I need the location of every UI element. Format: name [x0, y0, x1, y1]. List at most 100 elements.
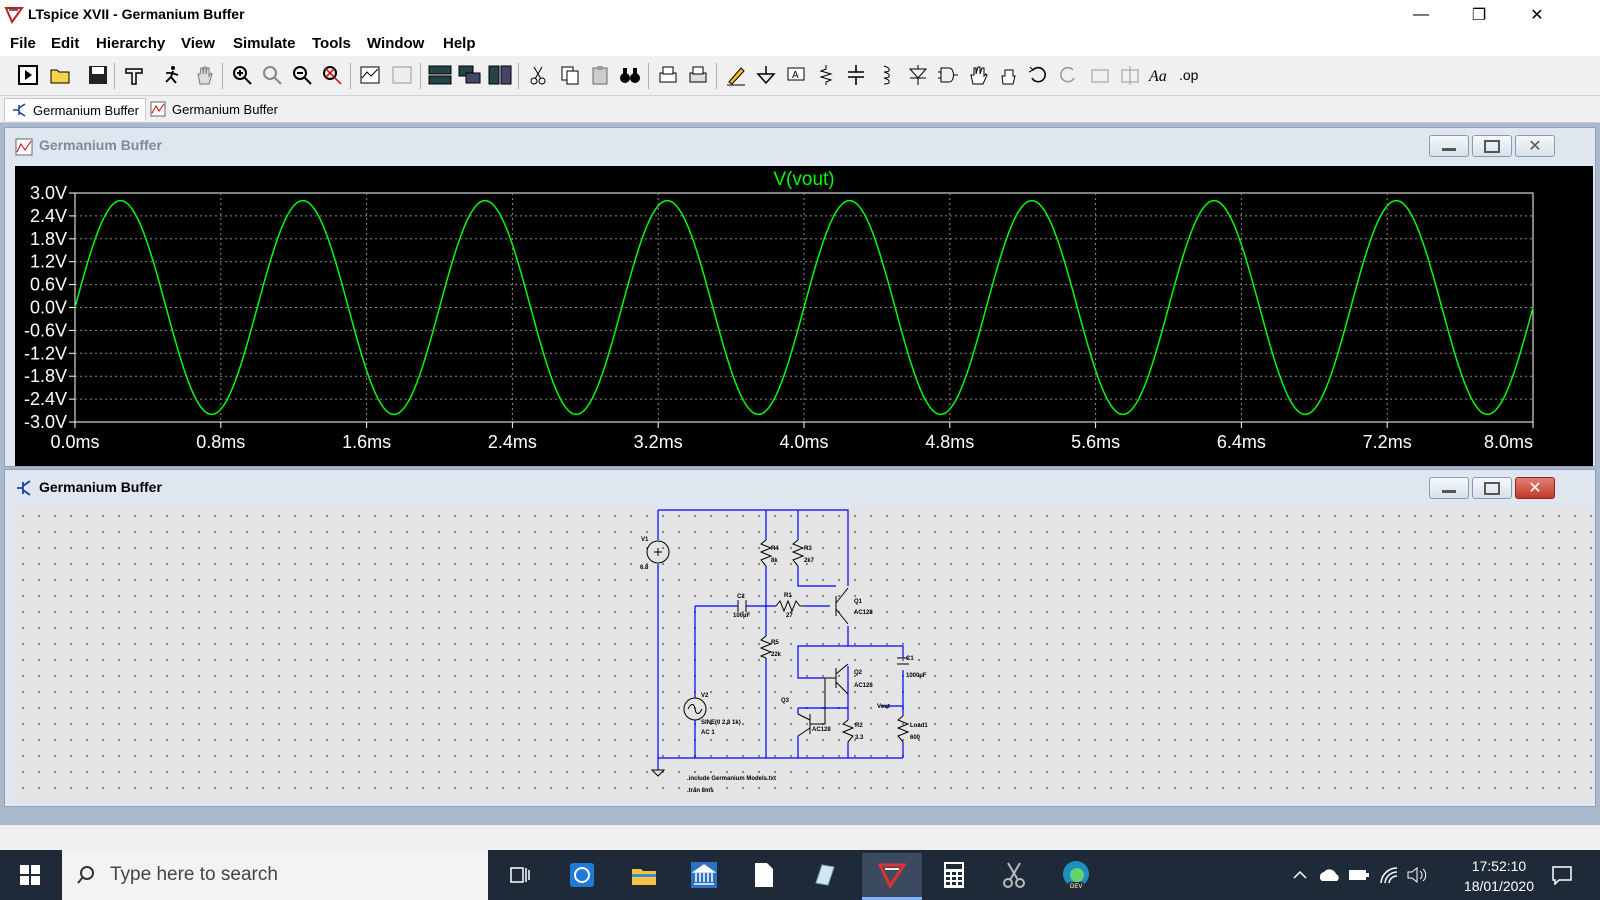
hand-icon [197, 66, 213, 85]
cut-button[interactable] [524, 61, 552, 89]
onedrive-tray[interactable] [1316, 859, 1342, 891]
paste-button[interactable] [586, 61, 614, 89]
taskbar-app-calculator[interactable] [938, 859, 970, 891]
c2-value: 100µF [733, 613, 750, 619]
save-icon [89, 66, 107, 84]
waveform-close-button[interactable]: ✕ [1515, 135, 1555, 157]
zoom-fit-button[interactable] [318, 61, 346, 89]
menu-file[interactable]: File [10, 35, 36, 52]
drag-button[interactable] [994, 61, 1022, 89]
windows-logo-icon [20, 865, 40, 885]
r2-label: R2 [855, 723, 863, 729]
wifi-tray[interactable] [1376, 859, 1402, 891]
find-button[interactable] [616, 61, 644, 89]
save-button[interactable] [84, 61, 112, 89]
draw-wire-button[interactable] [722, 61, 750, 89]
v2-ac: AC 1 [701, 730, 715, 736]
taskbar-app-bank[interactable] [688, 859, 720, 891]
taskbar-app-refresh[interactable] [566, 859, 598, 891]
menu-edit[interactable]: Edit [51, 35, 79, 52]
new-schematic-button[interactable] [14, 61, 42, 89]
control-panel-button[interactable] [120, 61, 148, 89]
calculator-icon [944, 862, 964, 888]
taskbar-app-ltspice[interactable] [862, 853, 922, 900]
place-inductor-button[interactable] [872, 61, 900, 89]
y-tick-label: 0.0V [30, 298, 67, 318]
taskbar-app-edge-dev[interactable]: DEV [1060, 859, 1092, 891]
restore-button[interactable]: ❐ [1456, 0, 1502, 30]
menu-hierarchy[interactable]: Hierarchy [96, 35, 165, 52]
autorange-button[interactable] [356, 61, 384, 89]
menu-simulate[interactable]: Simulate [233, 35, 296, 52]
volume-tray[interactable] [1404, 859, 1430, 891]
x-tick-label: 2.4ms [488, 432, 537, 452]
menu-view[interactable]: View [181, 35, 215, 52]
r2-value: 3.3 [855, 735, 864, 741]
label-net-button[interactable]: A [782, 61, 810, 89]
place-component-button[interactable] [934, 61, 962, 89]
copy-button[interactable] [556, 61, 584, 89]
menu-help[interactable]: Help [443, 35, 476, 52]
zoom-in-button[interactable] [228, 61, 256, 89]
taskbar-app-document[interactable] [748, 859, 780, 891]
schematic-minimize-button[interactable] [1429, 477, 1469, 499]
cascade-button[interactable] [456, 61, 484, 89]
system-clock[interactable]: 17:52:10 18/01/2020 [1464, 856, 1534, 896]
mirror-button[interactable] [1116, 61, 1144, 89]
tile-horizontal-button[interactable] [426, 61, 454, 89]
search-box[interactable]: Type here to search [62, 850, 488, 900]
redo-button[interactable] [1054, 61, 1082, 89]
toolbar: A Aa .op [0, 57, 1600, 96]
taskbar-app-notes[interactable] [808, 859, 840, 891]
tile-vertical-button[interactable] [486, 61, 514, 89]
schematic-close-button[interactable]: ✕ [1515, 477, 1555, 499]
minimize-icon [1442, 147, 1456, 151]
place-capacitor-button[interactable] [842, 61, 870, 89]
rotate-button[interactable] [1086, 61, 1114, 89]
waveform-maximize-button[interactable] [1472, 135, 1512, 157]
clock-date: 18/01/2020 [1463, 878, 1534, 894]
menu-tools[interactable]: Tools [312, 35, 351, 52]
zoom-out-button[interactable] [288, 61, 316, 89]
open-button[interactable] [46, 61, 74, 89]
menu-window[interactable]: Window [367, 35, 424, 52]
move-button[interactable] [964, 61, 992, 89]
halt-button[interactable] [190, 61, 218, 89]
close-button[interactable]: ✕ [1514, 0, 1560, 30]
waveform-minimize-button[interactable] [1429, 135, 1469, 157]
schematic-maximize-button[interactable] [1472, 477, 1512, 499]
taskbar-app-file-explorer[interactable] [628, 859, 660, 891]
tab-waveform[interactable]: Germanium Buffer [144, 98, 284, 120]
place-diode-button[interactable] [904, 61, 932, 89]
spice-directive-button[interactable]: .op [1176, 61, 1204, 89]
text-button[interactable]: Aa [1146, 61, 1174, 89]
taskbar-app-snipping-tool[interactable] [998, 859, 1030, 891]
r3-resistor [791, 539, 805, 567]
plot-settings-button[interactable] [388, 61, 416, 89]
schematic-canvas[interactable]: V1 6.8 R4 8k R3 2k7 Q1 AC128 C2 100µF R1… [15, 508, 1593, 803]
place-ground-button[interactable] [752, 61, 780, 89]
show-hidden-icons-button[interactable] [1288, 859, 1312, 891]
battery-tray[interactable] [1346, 859, 1372, 891]
notification-center-button[interactable] [1546, 859, 1578, 891]
r4-value: 8k [771, 558, 778, 564]
tab-schematic[interactable]: Germanium Buffer [4, 98, 146, 121]
start-button[interactable] [14, 859, 46, 891]
place-resistor-button[interactable] [812, 61, 840, 89]
svg-text:.op: .op [1179, 67, 1199, 83]
print-button[interactable] [684, 61, 712, 89]
tran-directive[interactable]: .tran 8ms [687, 788, 714, 794]
run-button[interactable] [158, 61, 186, 89]
y-tick-label: -1.8V [24, 366, 67, 386]
undo-button[interactable] [1024, 61, 1052, 89]
schematic-window-titlebar[interactable]: Germanium Buffer ✕ [5, 470, 1595, 504]
waveform-window-titlebar[interactable]: Germanium Buffer ✕ [5, 128, 1595, 162]
task-view-button[interactable] [504, 859, 536, 891]
print-setup-button[interactable] [654, 61, 682, 89]
y-tick-label: -3.0V [24, 412, 67, 432]
minimize-button[interactable]: — [1398, 0, 1444, 30]
waveform-plot[interactable]: 0.0ms 0.8ms 1.6ms 2.4ms 3.2ms 4.0ms 4.8ms 5.6ms… [15, 166, 1593, 466]
include-directive[interactable]: .include Germanium Models.txt [687, 776, 776, 782]
x-tick-label: 5.6ms [1071, 432, 1120, 452]
pan-button[interactable] [258, 61, 286, 89]
